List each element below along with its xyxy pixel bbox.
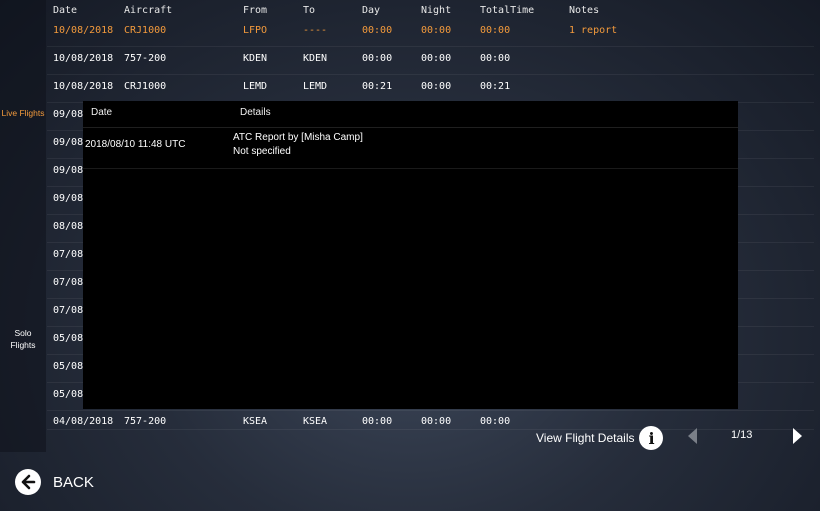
view-flight-details-label: View Flight Details bbox=[536, 431, 635, 445]
cell-day: 00:00 bbox=[362, 416, 393, 427]
table-row[interactable]: 10/08/2018 757-200 KDEN KDEN 00:00 00:00 00:00 bbox=[47, 47, 814, 75]
cell-day: 00:00 bbox=[362, 53, 393, 64]
cell-date: 05/08 bbox=[53, 389, 84, 400]
cell-night: 00:00 bbox=[421, 53, 452, 64]
cell-aircraft: CRJ1000 bbox=[124, 81, 167, 92]
popup-details-header: Details bbox=[240, 107, 271, 118]
sidebar-item-live-flights[interactable]: Live Flights bbox=[0, 107, 46, 119]
cell-date: 07/08 bbox=[53, 305, 84, 316]
cell-date: 09/08 bbox=[53, 193, 84, 204]
cell-to: LEMD bbox=[303, 81, 328, 92]
col-from-header: From bbox=[243, 5, 268, 16]
cell-date: 07/08 bbox=[53, 249, 84, 260]
cell-day: 00:00 bbox=[362, 25, 393, 36]
cell-from: LEMD bbox=[243, 81, 268, 92]
back-button[interactable]: BACK bbox=[15, 469, 94, 495]
cell-date: 10/08/2018 bbox=[53, 81, 114, 92]
popup-header: Date Details bbox=[83, 101, 738, 128]
cell-date: 09/08 bbox=[53, 109, 84, 120]
report-details: ATC Report by [Misha Camp] Not specified bbox=[233, 131, 363, 159]
cell-to: KDEN bbox=[303, 53, 328, 64]
cell-night: 00:00 bbox=[421, 416, 452, 427]
table-header: Date Aircraft From To Day Night TotalTim… bbox=[47, 0, 814, 19]
cell-from: KDEN bbox=[243, 53, 268, 64]
cell-date: 04/08/2018 bbox=[53, 416, 114, 427]
col-date-header: Date bbox=[53, 5, 78, 16]
cell-from: LFPO bbox=[243, 25, 268, 36]
cell-date: 10/08/2018 bbox=[53, 25, 114, 36]
atc-report-popup: Date Details 2018/08/10 11:48 UTC ATC Re… bbox=[83, 101, 738, 409]
cell-date: 09/08 bbox=[53, 165, 84, 176]
info-icon[interactable]: i bbox=[639, 426, 664, 450]
col-notes-header: Notes bbox=[569, 5, 600, 16]
cell-aircraft: CRJ1000 bbox=[124, 25, 167, 36]
cell-date: 07/08 bbox=[53, 277, 84, 288]
cell-date: 10/08/2018 bbox=[53, 53, 114, 64]
back-label: BACK bbox=[53, 473, 94, 491]
cell-to: ---- bbox=[303, 25, 328, 36]
cell-night: 00:00 bbox=[421, 81, 452, 92]
cell-day: 00:21 bbox=[362, 81, 393, 92]
prev-page-icon[interactable] bbox=[688, 428, 697, 444]
cell-to: KSEA bbox=[303, 416, 328, 427]
cell-totaltime: 00:00 bbox=[480, 25, 511, 36]
cell-totaltime: 00:00 bbox=[480, 416, 511, 427]
report-detail: Not specified bbox=[233, 146, 291, 157]
cell-date: 09/08 bbox=[53, 137, 84, 148]
table-row[interactable]: 10/08/2018 CRJ1000 LFPO ---- 00:00 00:00 00:00… bbox=[47, 19, 814, 47]
cell-from: KSEA bbox=[243, 416, 268, 427]
cell-aircraft: 757-200 bbox=[124, 53, 167, 64]
cell-totaltime: 00:00 bbox=[480, 53, 511, 64]
cell-notes: 1 report bbox=[569, 25, 618, 36]
sidebar: Live Flights Solo Flights bbox=[0, 0, 46, 452]
report-title: ATC Report by [Misha Camp] bbox=[233, 132, 363, 143]
cell-date: 05/08 bbox=[53, 361, 84, 372]
sidebar-item-solo-flights[interactable]: Solo Flights bbox=[0, 327, 46, 351]
table-row[interactable]: 10/08/2018 CRJ1000 LEMD LEMD 00:21 00:00 00:21 bbox=[47, 75, 814, 103]
table-row[interactable]: 04/08/2018 757-200 KSEA KSEA 00:00 00:00 00:00 bbox=[47, 411, 814, 430]
back-arrow-icon bbox=[15, 469, 41, 495]
cell-date: 08/08 bbox=[53, 221, 84, 232]
col-night-header: Night bbox=[421, 5, 452, 16]
col-aircraft-header: Aircraft bbox=[124, 5, 173, 16]
col-to-header: To bbox=[303, 5, 316, 16]
cell-totaltime: 00:21 bbox=[480, 81, 511, 92]
report-date: 2018/08/10 11:48 UTC bbox=[85, 139, 186, 150]
cell-date: 05/08 bbox=[53, 333, 84, 344]
col-totaltime-header: TotalTime bbox=[480, 5, 535, 16]
cell-aircraft: 757-200 bbox=[124, 416, 167, 427]
popup-report-row[interactable]: 2018/08/10 11:48 UTC ATC Report by [Mish… bbox=[83, 128, 738, 169]
page-indicator: 1/13 bbox=[731, 429, 753, 441]
next-page-icon[interactable] bbox=[793, 428, 802, 444]
col-day-header: Day bbox=[362, 5, 381, 16]
view-flight-details-button[interactable]: View Flight Details i bbox=[536, 426, 664, 450]
popup-date-header: Date bbox=[91, 107, 113, 118]
cell-night: 00:00 bbox=[421, 25, 452, 36]
